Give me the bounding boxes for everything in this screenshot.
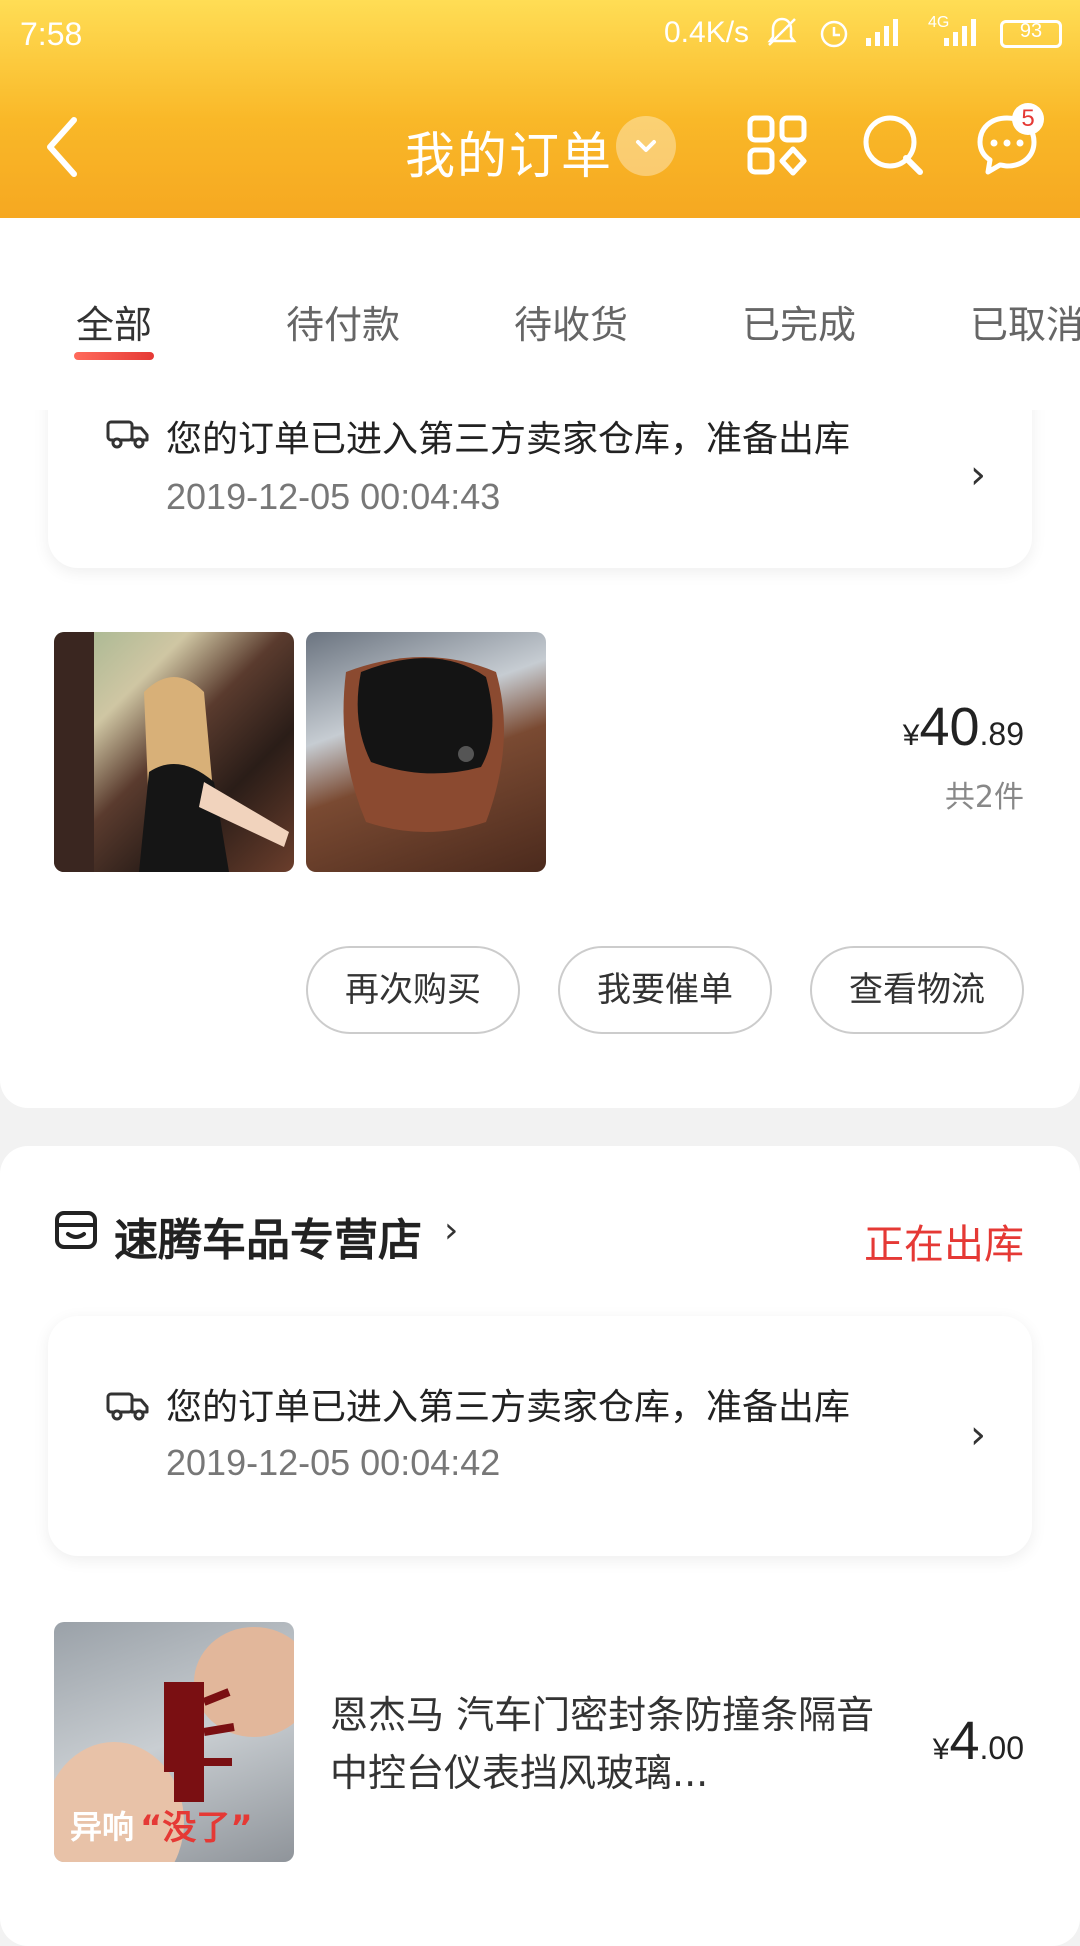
title-dropdown-button[interactable] [616, 116, 676, 176]
store-chevron-right-icon[interactable]: › [444, 1210, 458, 1251]
price-decimal: .89 [979, 716, 1024, 752]
order-price: ¥4.00 [933, 1710, 1024, 1772]
category-grid-icon[interactable] [744, 112, 810, 178]
product-image-door-seal[interactable]: 异响 “没了” [54, 1622, 294, 1862]
network-speed: 0.4K/s [664, 16, 750, 49]
product-title[interactable]: 恩杰马 汽车门密封条防撞条隔音中控台仪表挡风玻璃... [330, 1686, 890, 1802]
tab-all[interactable]: 全部 [76, 294, 152, 349]
signal-4g-icon [944, 19, 976, 46]
order-status-badge: 正在出库 [864, 1222, 1024, 1268]
page-title[interactable]: 我的订单 [405, 116, 613, 188]
order-price: ¥40.89 [903, 696, 1024, 758]
logistics-message: 您的订单已进入第三方卖家仓库，准备出库 [166, 419, 851, 460]
delivery-truck-icon [106, 420, 149, 449]
product-photo-woman-in-car [54, 632, 289, 872]
product-photo-headrest-pillow [343, 657, 504, 832]
delivery-truck-icon [106, 1392, 149, 1421]
urge-order-button[interactable]: 我要催单 [558, 946, 772, 1034]
active-tab-indicator [74, 352, 154, 360]
status-bar: 7:58 0.4K/s 4G 93 [0, 0, 1080, 70]
chevron-right-icon: › [970, 452, 986, 498]
battery-icon: 93 [1000, 20, 1062, 48]
logistics-message: 您的订单已进入第三方卖家仓库，准备出库 [166, 1387, 851, 1428]
tab-pending-receipt[interactable]: 待收货 [514, 294, 628, 349]
order-tabs: 全部 待付款 待收货 已完成 已取消 [0, 218, 1080, 410]
chevron-right-icon: › [970, 1412, 986, 1458]
product-image-headrest-model[interactable] [54, 632, 294, 872]
store-icon [55, 1211, 97, 1249]
logistics-time: 2019-12-05 00:04:42 [166, 1442, 501, 1483]
signal-icon [866, 19, 898, 46]
price-integer: 4 [949, 1711, 980, 1771]
item-quantity: 共2件 [944, 780, 1024, 815]
tab-completed[interactable]: 已完成 [742, 294, 856, 349]
alarm-icon [820, 20, 848, 48]
back-arrow-icon[interactable] [40, 112, 88, 182]
order-card-1: 您的订单已进入第三方卖家仓库，准备出库 2019-12-05 00:04:43 … [0, 300, 1080, 1108]
price-currency: ¥ [902, 719, 920, 752]
buy-again-button[interactable]: 再次购买 [306, 946, 520, 1034]
app-header: 7:58 0.4K/s 4G 93 我的订单 5 [0, 0, 1080, 218]
chevron-down-icon [636, 140, 656, 152]
store-name[interactable]: 速腾车品专营店 [114, 1204, 422, 1268]
tab-cancelled[interactable]: 已取消 [970, 294, 1080, 349]
image-caption-b: “没了” [140, 1808, 253, 1848]
battery-level: 93 [1019, 20, 1043, 42]
status-time: 7:58 [20, 16, 83, 52]
tab-pending-payment[interactable]: 待付款 [286, 294, 400, 349]
price-decimal: .00 [979, 1730, 1024, 1766]
logistics-info-2[interactable]: 您的订单已进入第三方卖家仓库，准备出库 2019-12-05 00:04:42 … [48, 1316, 1032, 1556]
price-currency: ¥ [932, 1733, 950, 1766]
product-image-headrest[interactable] [306, 632, 546, 872]
logistics-time: 2019-12-05 00:04:43 [166, 476, 501, 517]
mute-bell-icon [767, 17, 797, 46]
message-badge: 5 [1012, 103, 1044, 135]
price-integer: 40 [919, 697, 980, 757]
search-icon[interactable] [860, 112, 926, 178]
view-logistics-button[interactable]: 查看物流 [810, 946, 1024, 1034]
image-caption-a: 异响 [70, 1808, 135, 1846]
